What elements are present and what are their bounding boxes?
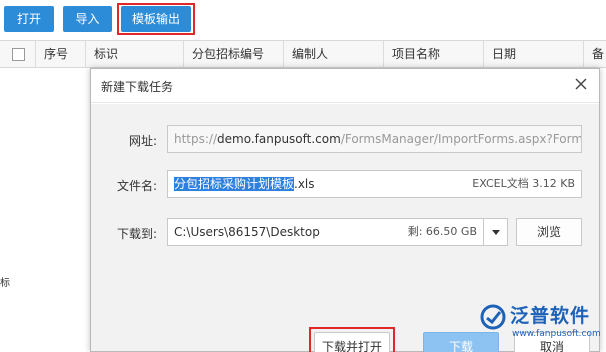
- save-path: C:\Users\86157\Desktop: [174, 225, 320, 239]
- select-all-cell: [0, 41, 36, 68]
- column-header[interactable]: 备: [584, 41, 606, 68]
- column-header[interactable]: 标识: [86, 41, 184, 68]
- row-fragment: 标: [0, 278, 10, 289]
- brand-logo-icon: [480, 304, 506, 330]
- table-header: 序号 标识 分包招标编号 编制人 项目名称 日期 备: [0, 40, 606, 68]
- brand-name: 泛普软件: [510, 305, 591, 327]
- url-host: demo.fanpusoft.com: [217, 132, 341, 146]
- free-space: 剩: 66.50 GB: [407, 225, 477, 238]
- toolbar: 打开 导入 模板输出: [0, 0, 606, 40]
- export-template-button[interactable]: 模板输出: [121, 6, 191, 32]
- url-label: 网址:: [128, 134, 157, 148]
- filename-selection: 分包招标采购计划模板: [174, 177, 295, 191]
- url-field[interactable]: https://demo.fanpusoft.com/FormsManager/…: [167, 125, 582, 153]
- filename-input[interactable]: 分包招标采购计划模板.xls EXCEL文档 3.12 KB: [167, 170, 582, 198]
- dialog-title: 新建下载任务: [101, 80, 174, 94]
- file-info: EXCEL文档 3.12 KB: [472, 177, 575, 190]
- download-and-open-button[interactable]: 下载并打开: [314, 332, 390, 352]
- close-icon[interactable]: [573, 77, 589, 93]
- url-path: /FormsManager/ImportForms.aspx?Formi: [340, 132, 582, 146]
- column-header[interactable]: 日期: [484, 41, 584, 68]
- path-dropdown-button[interactable]: [483, 218, 508, 246]
- brand-watermark: 泛普软件 www.fanpusoft.com: [480, 296, 606, 352]
- dialog-titlebar: 新建下载任务: [91, 69, 599, 103]
- open-button[interactable]: 打开: [4, 6, 54, 32]
- column-header[interactable]: 项目名称: [384, 41, 484, 68]
- filename-extension: .xls: [294, 177, 315, 191]
- brand-url: www.fanpusoft.com: [512, 329, 601, 339]
- column-header[interactable]: 序号: [36, 41, 86, 68]
- browse-button[interactable]: 浏览: [516, 218, 582, 246]
- import-button[interactable]: 导入: [63, 6, 112, 32]
- column-header[interactable]: 编制人: [284, 41, 384, 68]
- save-path-field[interactable]: C:\Users\86157\Desktop 剩: 66.50 GB: [167, 218, 484, 246]
- url-prefix: https://: [174, 132, 218, 146]
- filename-label: 文件名:: [116, 179, 157, 193]
- column-header[interactable]: 分包招标编号: [184, 41, 284, 68]
- chevron-down-icon: [492, 230, 500, 235]
- saveto-label: 下载到:: [116, 227, 157, 241]
- table-body: 标: [0, 68, 90, 352]
- select-all-checkbox[interactable]: [12, 48, 25, 61]
